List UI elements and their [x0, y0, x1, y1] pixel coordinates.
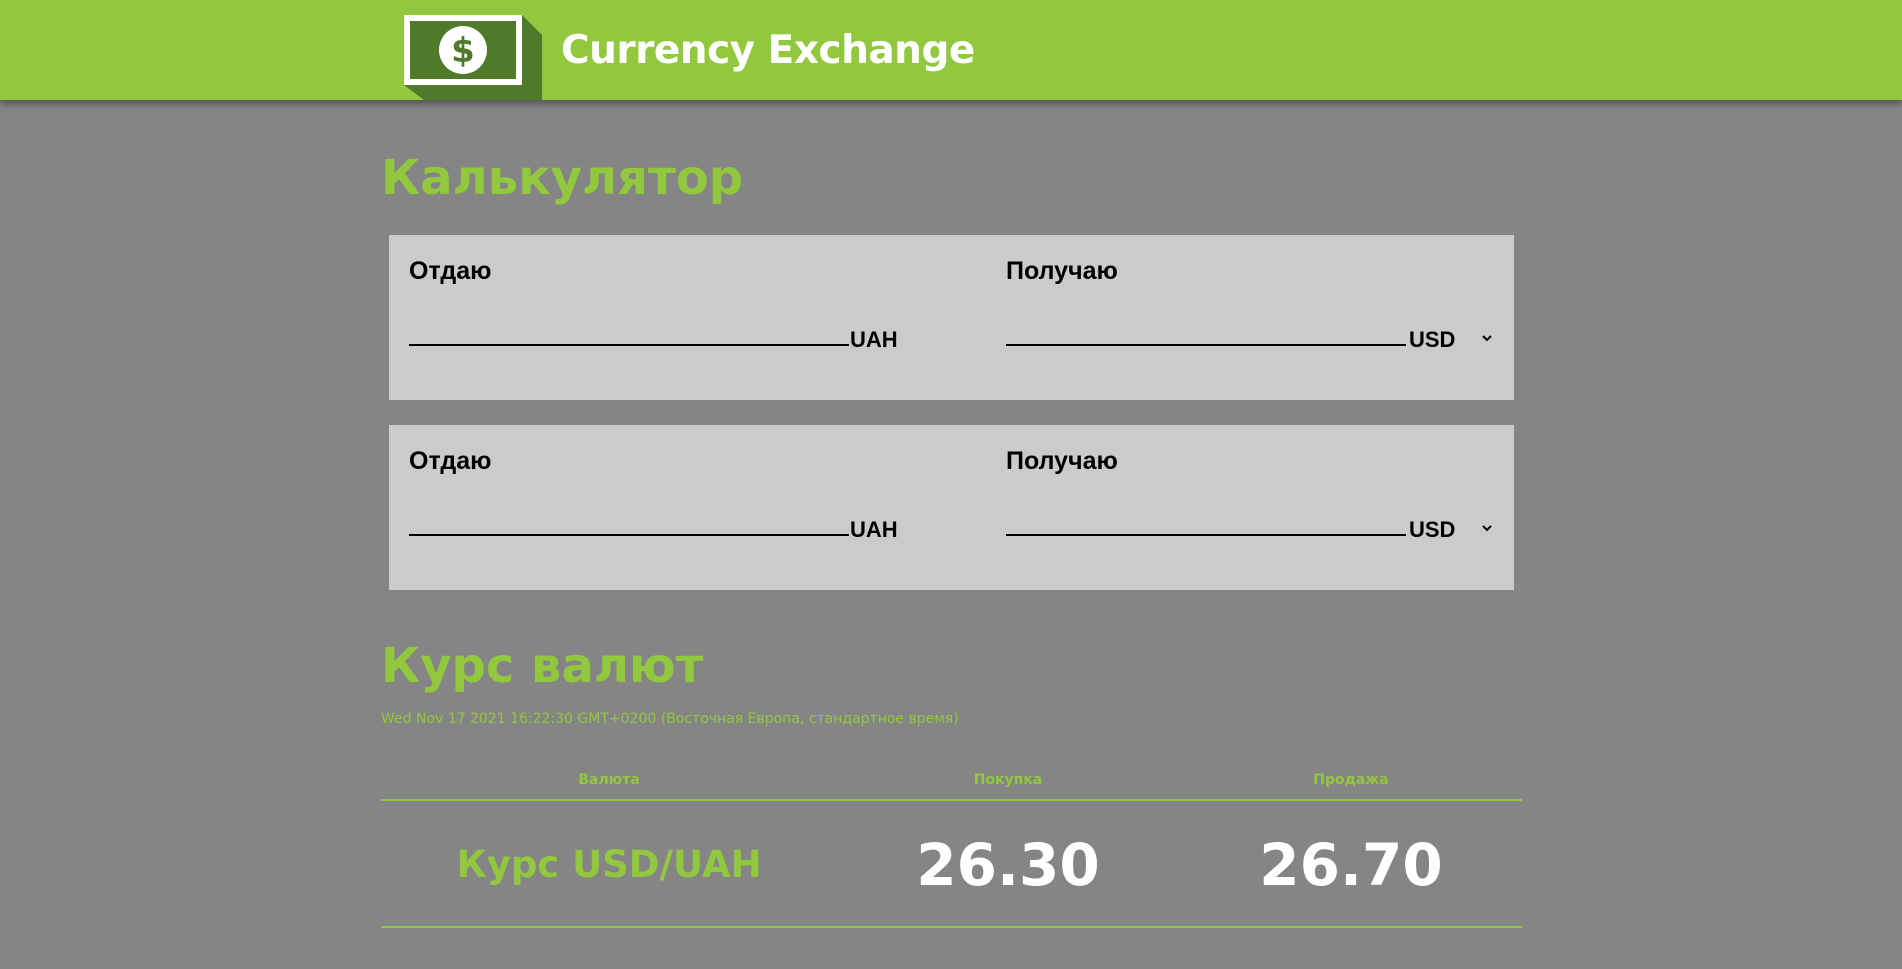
get-currency-value: USD: [1409, 517, 1456, 542]
calculator-title: Калькулятор: [381, 150, 744, 206]
give-label: Отдаю: [409, 257, 492, 285]
top-bar: $ Currency Exchange: [0, 0, 1902, 100]
rates-table: Валюта Покупка Продажа Курс USD/UAH 26.3…: [381, 760, 1522, 928]
get-label: Получаю: [1006, 257, 1118, 285]
table-row: Курс USD/UAH 26.30 26.70: [381, 801, 1522, 928]
app-title: Currency Exchange: [561, 28, 975, 73]
column-header-buy: Покупка: [973, 772, 1043, 788]
give-amount-input[interactable]: [409, 501, 849, 536]
dollar-bill-icon[interactable]: $: [404, 15, 542, 100]
column-header-currency: Валюта: [578, 772, 640, 788]
rates-timestamp: Wed Nov 17 2021 16:22:30 GMT+0200 (Восто…: [381, 711, 959, 727]
get-currency-value: USD: [1409, 327, 1456, 352]
sell-rate-value: 26.70: [1259, 831, 1443, 899]
give-amount-input[interactable]: [409, 311, 849, 346]
column-header-sell: Продажа: [1313, 772, 1389, 788]
rates-table-header: Валюта Покупка Продажа: [381, 760, 1522, 801]
get-currency-select[interactable]: USD: [1406, 517, 1501, 545]
currency-pair-label: Курс USD/UAH: [456, 843, 762, 886]
give-currency-label: UAH: [850, 327, 898, 352]
chevron-down-icon: [1482, 335, 1492, 342]
svg-text:$: $: [451, 31, 475, 71]
get-currency-select[interactable]: USD: [1406, 327, 1501, 355]
give-label: Отдаю: [409, 447, 492, 475]
get-amount-input[interactable]: [1006, 501, 1406, 536]
get-amount-input[interactable]: [1006, 311, 1406, 346]
give-currency-label: UAH: [850, 517, 898, 542]
buy-rate-value: 26.30: [916, 831, 1100, 899]
get-label: Получаю: [1006, 447, 1118, 475]
calculator-card: Отдаю UAH Получаю USD: [389, 425, 1514, 590]
calculator-card: Отдаю UAH Получаю USD: [389, 235, 1514, 400]
rates-title: Курс валют: [381, 638, 704, 694]
chevron-down-icon: [1482, 525, 1492, 532]
